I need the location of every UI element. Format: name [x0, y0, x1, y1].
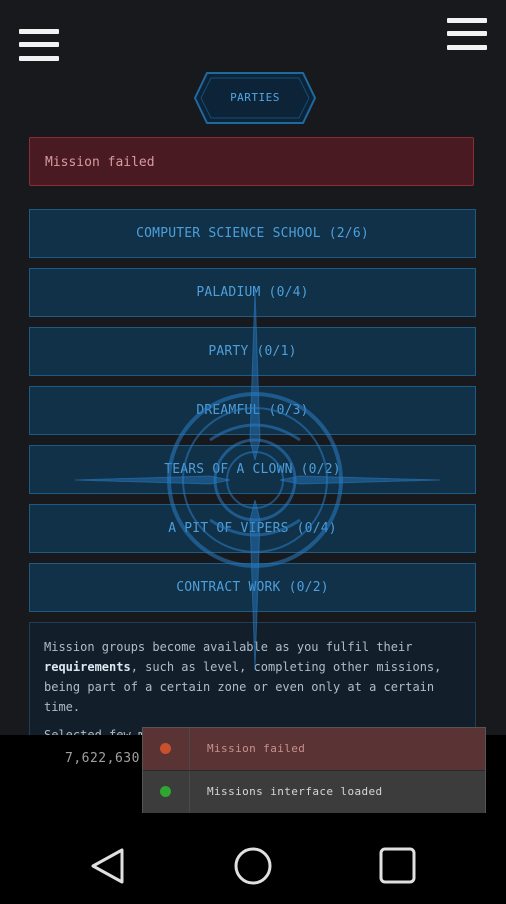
notification-toasts: Mission failed Missions interface loaded: [142, 727, 486, 813]
group-button-tears-of-a-clown[interactable]: TEARS OF A CLOWN (0/2): [29, 445, 476, 494]
nav-recent-apps-button[interactable]: [358, 830, 438, 900]
group-button-contract-work[interactable]: CONTRACT WORK (0/2): [29, 563, 476, 612]
success-status-dot-icon: [160, 786, 171, 797]
toast-missions-loaded[interactable]: Missions interface loaded: [143, 771, 485, 813]
circle-home-icon: [234, 847, 272, 885]
error-status-dot-icon: [160, 743, 171, 754]
square-recent-icon: [379, 847, 416, 884]
group-button-party[interactable]: PARTY (0/1): [29, 327, 476, 376]
group-button-paladium[interactable]: PALADIUM (0/4): [29, 268, 476, 317]
group-button-a-pit-of-vipers[interactable]: A PIT OF VIPERS (0/4): [29, 504, 476, 553]
group-button-computer-science-school[interactable]: COMPUTER SCIENCE SCHOOL (2/6): [29, 209, 476, 258]
nav-back-button[interactable]: [68, 830, 148, 900]
nav-home-button[interactable]: [213, 830, 293, 900]
info-panel: Mission groups become available as you f…: [29, 622, 476, 735]
toast-message: Mission failed: [207, 742, 306, 755]
toast-message: Missions interface loaded: [207, 785, 383, 798]
group-button-dreamful[interactable]: DREAMFUL (0/3): [29, 386, 476, 435]
toast-mission-failed[interactable]: Mission failed: [143, 728, 485, 771]
hamburger-menu-icon-left[interactable]: [19, 29, 59, 63]
hamburger-menu-icon-right[interactable]: [447, 18, 487, 52]
page-title: PARTIES: [230, 91, 280, 104]
page-title-hexagon: PARTIES: [193, 71, 317, 125]
info-paragraph-1: Mission groups become available as you f…: [44, 640, 442, 714]
android-navigation-bar: [0, 830, 506, 900]
mission-failed-alert: Mission failed: [29, 137, 474, 186]
app-screen: PARTIES Mission failed COMPUTER SCIENCE …: [0, 0, 506, 735]
triangle-back-icon: [91, 848, 124, 884]
